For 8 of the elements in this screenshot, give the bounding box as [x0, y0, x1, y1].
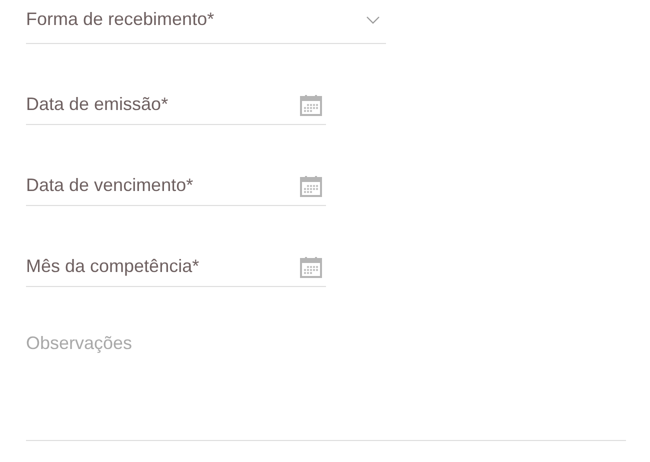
date-field[interactable]: Mês da competência* [26, 247, 326, 287]
date-field[interactable]: Data de emissão* [26, 85, 326, 125]
calendar-icon[interactable] [300, 256, 322, 278]
calendar-icon[interactable] [300, 94, 322, 116]
date-field[interactable]: Data de vencimento* [26, 166, 326, 206]
chevron-down-icon[interactable] [366, 16, 380, 24]
select-field[interactable]: Forma de recebimento* [26, 0, 386, 44]
calendar-icon[interactable] [300, 174, 322, 196]
